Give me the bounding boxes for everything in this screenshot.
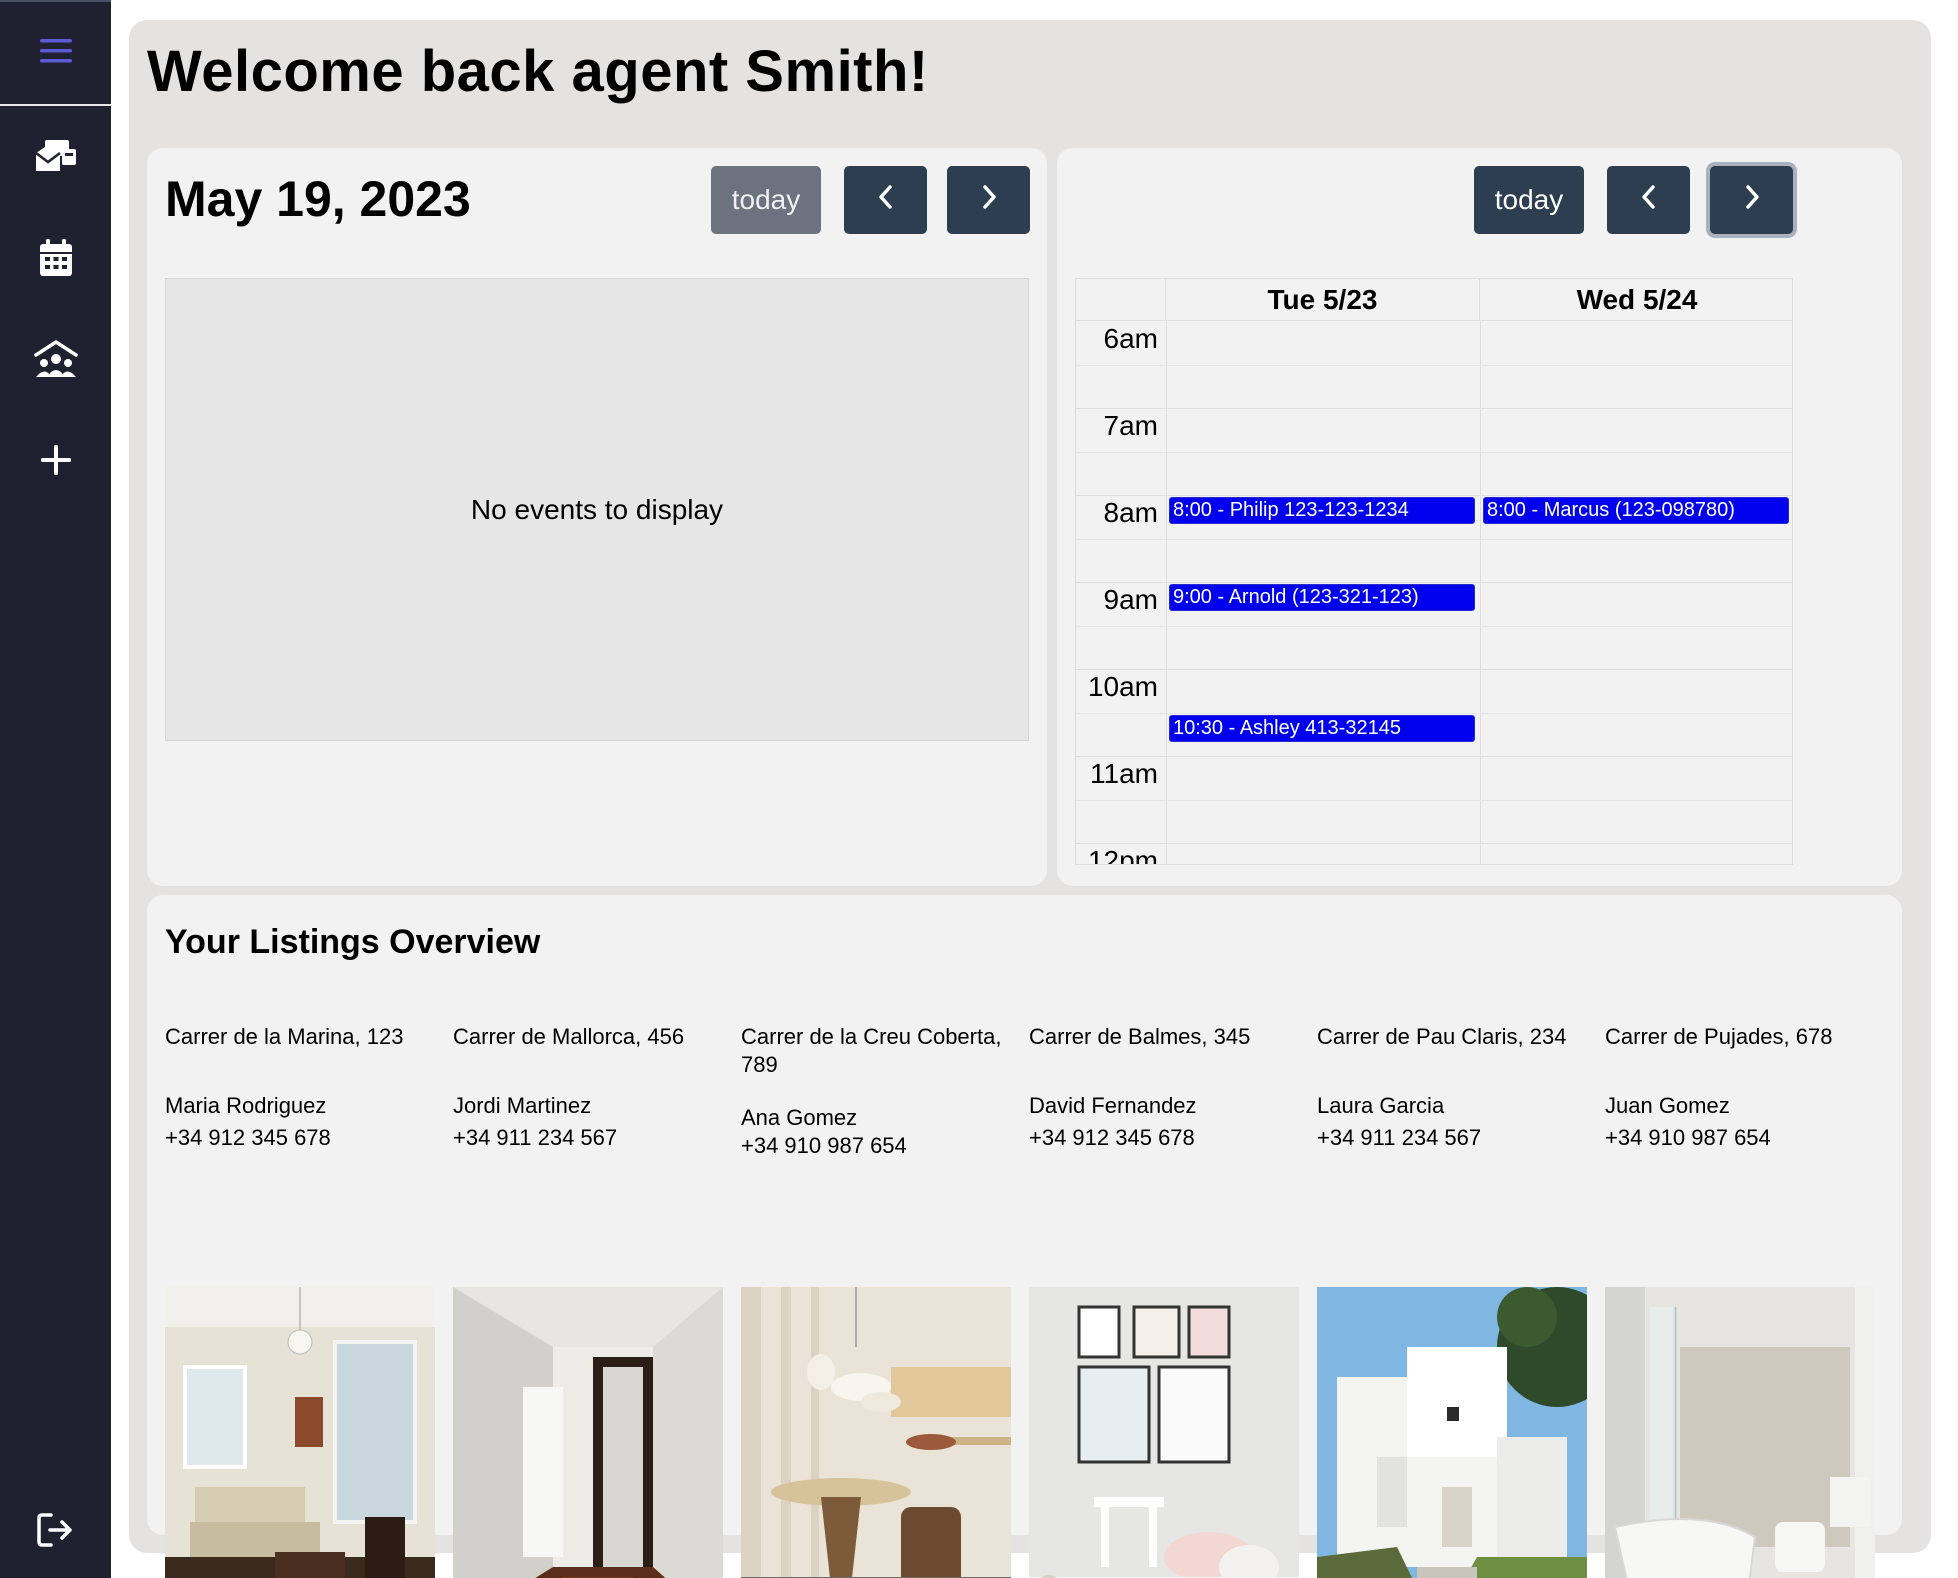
- listing-card[interactable]: Carrer de la Creu Coberta, 789 Ana Gomez…: [741, 1023, 1011, 1578]
- grid-column-divider: [1166, 321, 1167, 864]
- listing-photo[interactable]: [1029, 1287, 1299, 1578]
- listing-address: Carrer de la Marina, 123: [165, 1024, 404, 1049]
- week-prev-button[interactable]: [1607, 166, 1690, 234]
- listing-card[interactable]: Carrer de Pujades, 678 Juan Gomez +34 91…: [1605, 1023, 1875, 1578]
- week-next-button[interactable]: [1710, 166, 1793, 234]
- time-slot-label: 8am: [1103, 497, 1158, 528]
- time-slot-label: 7am: [1103, 410, 1158, 441]
- listing-phone: +34 911 234 567: [1317, 1125, 1482, 1150]
- chevron-right-icon: [1742, 183, 1762, 218]
- no-events-message: No events to display: [470, 493, 724, 525]
- half-hour-line: [1076, 713, 1792, 714]
- half-hour-line: [1076, 626, 1792, 627]
- hour-line: [1076, 756, 1792, 757]
- chevron-left-icon: [876, 183, 896, 218]
- page-title: Welcome back agent Smith!: [147, 39, 929, 104]
- grid-column-divider: [1480, 321, 1481, 864]
- half-hour-line: [1076, 539, 1792, 540]
- day-calendar-date: May 19, 2023: [165, 171, 471, 227]
- listing-card[interactable]: Carrer de Pau Claris, 234 Laura Garcia +…: [1317, 1023, 1587, 1578]
- listing-phone: +34 910 987 654: [1605, 1125, 1771, 1150]
- sidebar-item-logout[interactable]: [0, 1497, 111, 1567]
- listings-card: Your Listings Overview Carrer de la Mari…: [147, 895, 1902, 1578]
- no-events-panel: No events to display: [165, 278, 1029, 741]
- sidebar-item-add[interactable]: [0, 427, 111, 497]
- listing-card[interactable]: Carrer de Balmes, 345 David Fernandez +3…: [1029, 1023, 1299, 1578]
- sidebar: [0, 0, 111, 1578]
- day-header-tue: Tue 5/23: [1166, 279, 1480, 321]
- menu-icon[interactable]: [39, 36, 73, 71]
- calendar-event[interactable]: 10:30 - Ashley 413-32145: [1169, 714, 1475, 742]
- day-calendar-card: May 19, 2023 today No events to display: [147, 148, 1047, 886]
- hour-line: [1076, 495, 1792, 496]
- clients-group-icon: [33, 339, 79, 384]
- half-hour-line: [1076, 365, 1792, 366]
- week-grid[interactable]: Tue 5/23 Wed 5/24 6am 7am 8am 9am 10am 11am 12…: [1075, 278, 1793, 865]
- listing-photo[interactable]: [453, 1287, 723, 1578]
- week-calendar-card: today Tue 5/23 Wed 5/24 6am 7am 8am 9am 10am…: [1057, 148, 1902, 886]
- time-slot-label: 12pm: [1087, 845, 1158, 865]
- hour-line: [1076, 669, 1792, 670]
- hour-line: [1076, 582, 1792, 583]
- listing-address: Carrer de Pujades, 678: [1605, 1024, 1833, 1049]
- listing-agent: Juan Gomez: [1605, 1093, 1730, 1118]
- listing-agent: Maria Rodriguez: [165, 1093, 327, 1118]
- listing-card[interactable]: Carrer de la Marina, 123 Maria Rodriguez…: [165, 1023, 435, 1578]
- listing-address: Carrer de Pau Claris, 234: [1317, 1024, 1567, 1049]
- listing-photo[interactable]: [1605, 1287, 1875, 1578]
- listing-photo[interactable]: [165, 1287, 435, 1578]
- sidebar-item-inbox[interactable]: [0, 124, 111, 194]
- hour-line: [1076, 408, 1792, 409]
- day-header-wed: Wed 5/24: [1480, 279, 1792, 321]
- time-slot-label: 6am: [1103, 323, 1158, 354]
- listing-address: Carrer de Balmes, 345: [1029, 1024, 1251, 1049]
- listing-phone: +34 912 345 678: [165, 1125, 331, 1150]
- sidebar-item-calendar[interactable]: [0, 225, 111, 295]
- calendar-event[interactable]: 8:00 - Philip 123-123-1234: [1169, 497, 1475, 524]
- half-hour-line: [1076, 452, 1792, 453]
- calendar-icon: [38, 238, 74, 283]
- listing-phone: +34 911 234 567: [453, 1125, 618, 1150]
- app-root: Welcome back agent Smith! May 19, 2023 t…: [0, 0, 1958, 1578]
- mail-inbox-icon: [34, 137, 78, 182]
- time-slot-label: 11am: [1090, 758, 1158, 789]
- week-today-button[interactable]: today: [1474, 166, 1584, 234]
- listings-title: Your Listings Overview: [165, 923, 541, 961]
- listing-agent: David Fernandez: [1029, 1093, 1197, 1118]
- listing-address: Carrer de Mallorca, 456: [453, 1024, 685, 1049]
- calendar-event[interactable]: 9:00 - Arnold (123-321-123): [1169, 584, 1475, 611]
- listing-phone: +34 912 345 678: [1029, 1125, 1195, 1150]
- listing-photo[interactable]: [741, 1287, 1011, 1578]
- time-axis-header: [1076, 279, 1166, 321]
- day-next-button[interactable]: [947, 166, 1030, 234]
- half-hour-line: [1076, 800, 1792, 801]
- day-prev-button[interactable]: [844, 166, 927, 234]
- plus-icon: [40, 444, 72, 481]
- listing-phone: +34 910 987 654: [741, 1133, 907, 1158]
- main-panel: Welcome back agent Smith! May 19, 2023 t…: [129, 20, 1931, 1578]
- sidebar-header: [0, 2, 111, 106]
- listing-address: Carrer de la Creu Coberta, 789: [741, 1024, 1002, 1077]
- listing-card[interactable]: Carrer de Mallorca, 456 Jordi Martinez +…: [453, 1023, 723, 1578]
- sidebar-item-clients[interactable]: [0, 326, 111, 396]
- chevron-left-icon: [1639, 183, 1659, 218]
- hour-line: [1076, 843, 1792, 844]
- listing-agent: Laura Garcia: [1317, 1093, 1445, 1118]
- calendar-event[interactable]: 8:00 - Marcus (123-098780): [1483, 497, 1789, 524]
- time-slot-label: 10am: [1087, 671, 1158, 702]
- day-today-button[interactable]: today: [711, 166, 821, 234]
- chevron-right-icon: [979, 183, 999, 218]
- logout-icon: [36, 1512, 76, 1553]
- listing-agent: Ana Gomez: [741, 1105, 858, 1130]
- time-slot-label: 9am: [1103, 584, 1158, 615]
- listing-agent: Jordi Martinez: [453, 1093, 592, 1118]
- listing-photo[interactable]: [1317, 1287, 1587, 1578]
